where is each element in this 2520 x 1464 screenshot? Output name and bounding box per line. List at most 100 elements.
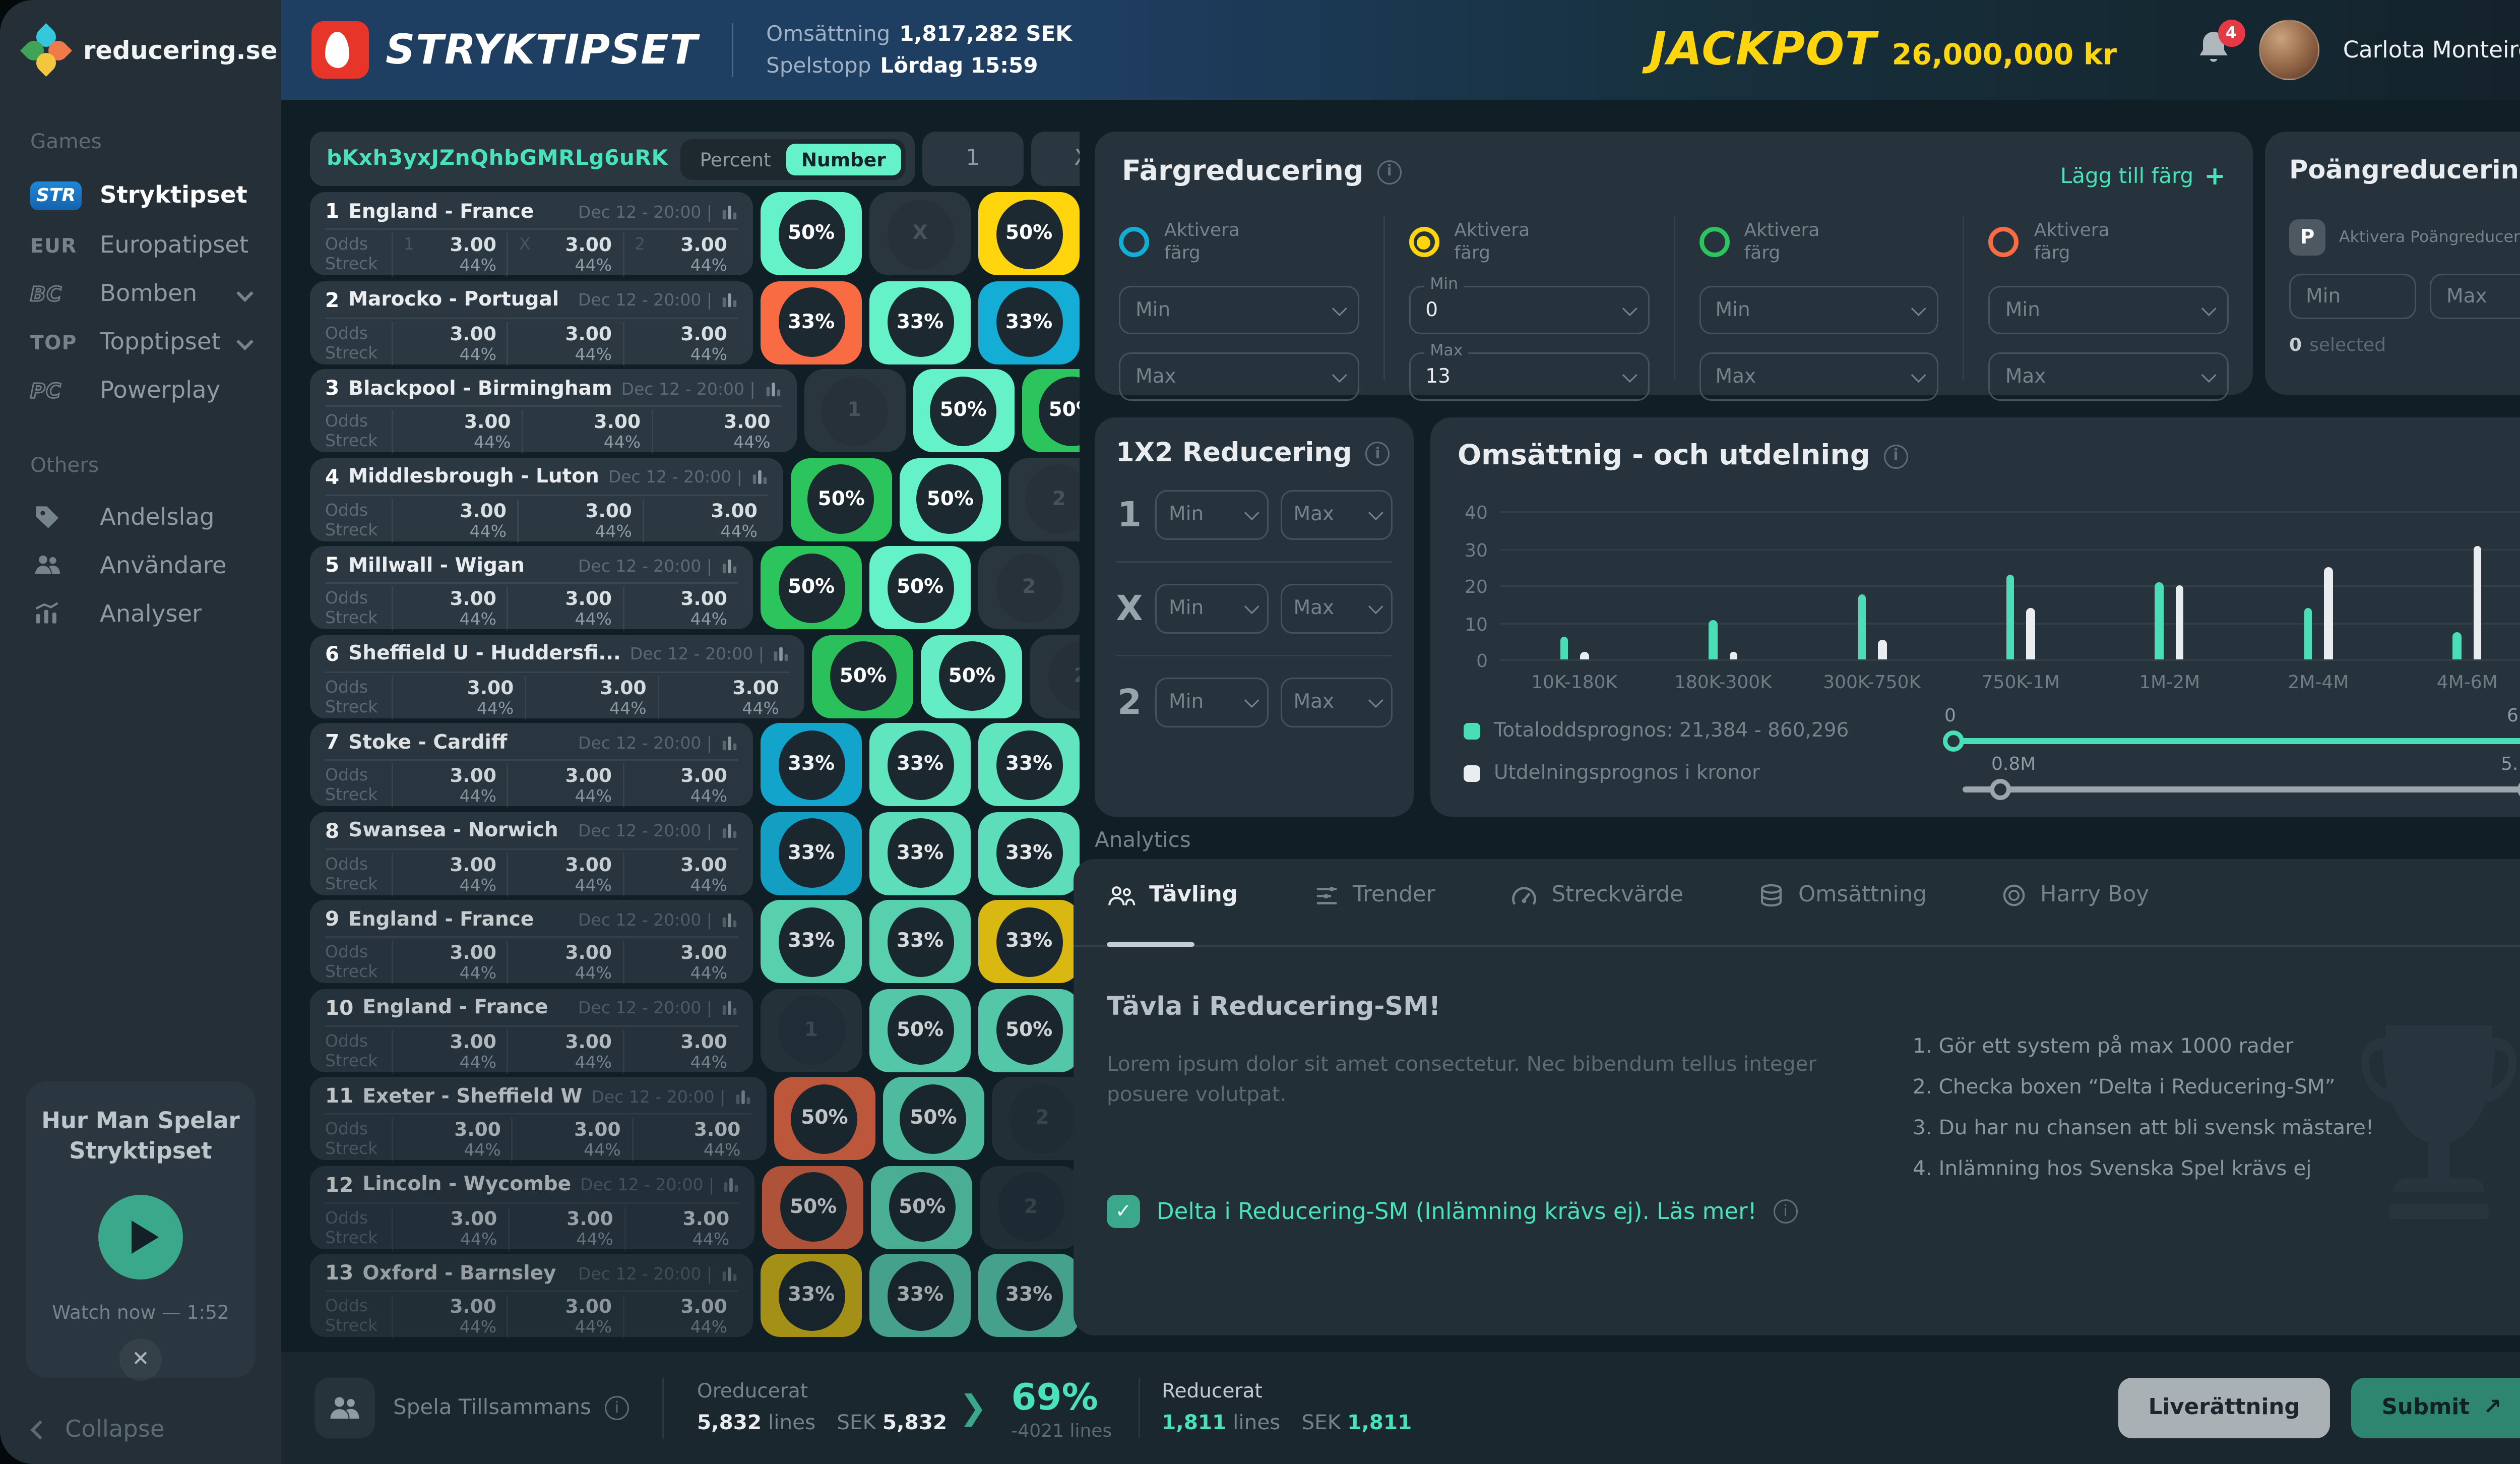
pick-cell-x[interactable]: 33% xyxy=(869,281,971,364)
stats-bars-icon[interactable] xyxy=(751,469,768,485)
x12-max-select[interactable]: Max xyxy=(1280,678,1393,727)
color-max-select[interactable]: Max xyxy=(1989,352,2229,401)
add-color-button[interactable]: Lägg till färg+ xyxy=(2060,162,2226,192)
pick-cell-2[interactable]: 33% xyxy=(978,900,1080,983)
tab-trender[interactable]: Trender xyxy=(1313,883,1435,907)
liverattning-button[interactable]: Liverättning xyxy=(2118,1378,2330,1438)
pick-cell-x[interactable]: 33% xyxy=(869,1254,971,1337)
pick-cell-x[interactable]: 50% xyxy=(913,369,1014,452)
pick-cell-2[interactable]: 2 xyxy=(991,1077,1080,1160)
color-max-select[interactable]: Max xyxy=(1699,352,1939,401)
x12-max-select[interactable]: Max xyxy=(1280,490,1393,540)
play-button[interactable] xyxy=(98,1194,183,1279)
toggle-percent[interactable]: Percent xyxy=(685,143,786,175)
avatar[interactable] xyxy=(2258,20,2319,80)
delta-checkbox[interactable]: ✓ xyxy=(1107,1195,1140,1228)
toggle-number[interactable]: Number xyxy=(786,143,901,175)
stats-bars-icon[interactable] xyxy=(765,381,781,397)
p-badge[interactable]: P xyxy=(2289,219,2325,256)
info-icon[interactable]: i xyxy=(1365,442,1390,466)
slider-handle[interactable] xyxy=(1990,778,2011,800)
pick-cell-1[interactable]: 33% xyxy=(761,723,862,806)
stats-bars-icon[interactable] xyxy=(734,1088,751,1105)
x12-min-select[interactable]: Min xyxy=(1155,490,1268,540)
pick-cell-1[interactable]: 50% xyxy=(774,1077,875,1160)
sidebar-item-stryktipset[interactable]: STRStryktipset xyxy=(0,169,281,220)
color-min-select[interactable]: Min xyxy=(1989,286,2229,334)
tab-harry-boy[interactable]: Harry Boy xyxy=(2002,883,2149,907)
color-radio[interactable] xyxy=(1989,227,2019,257)
poang-max-input[interactable]: Max xyxy=(2430,274,2520,319)
pick-cell-x[interactable]: 33% xyxy=(869,900,971,983)
delta-checkbox-label[interactable]: Delta i Reducering-SM (Inlämning krävs e… xyxy=(1157,1198,1757,1225)
pick-cell-1[interactable]: 1 xyxy=(804,369,905,452)
info-icon[interactable]: i xyxy=(1884,444,1908,468)
pick-cell-x[interactable]: X xyxy=(869,192,971,275)
pick-cell-x[interactable]: 50% xyxy=(921,635,1023,718)
slider-handle[interactable] xyxy=(2517,778,2520,800)
pick-cell-2[interactable]: 2 xyxy=(980,1166,1080,1249)
pick-cell-2[interactable]: 2 xyxy=(1009,458,1080,541)
pick-cell-2[interactable]: 33% xyxy=(978,812,1080,895)
x12-min-select[interactable]: Min xyxy=(1155,584,1268,634)
play-together-button[interactable] xyxy=(314,1378,375,1438)
color-min-select[interactable]: Min xyxy=(1699,286,1939,334)
pick-cell-1[interactable]: 33% xyxy=(761,1254,862,1337)
notifications-button[interactable]: 4 xyxy=(2195,29,2234,71)
stats-bars-icon[interactable] xyxy=(721,1000,738,1016)
tab-omsättning[interactable]: Omsättning xyxy=(1759,883,1927,907)
pick-cell-2[interactable]: 2 xyxy=(1030,635,1080,718)
pick-cell-x[interactable]: 50% xyxy=(871,1166,973,1249)
stats-bars-icon[interactable] xyxy=(721,823,738,839)
color-max-select[interactable]: Max xyxy=(1119,352,1359,401)
poang-min-input[interactable]: Min xyxy=(2289,274,2416,319)
color-min-select[interactable]: Min xyxy=(1119,286,1359,334)
pick-cell-2[interactable]: 2 xyxy=(978,546,1080,629)
sidebar-item-europatipset[interactable]: EUREuropatipset xyxy=(0,220,281,269)
pick-cell-x[interactable]: 33% xyxy=(869,723,971,806)
info-icon[interactable]: i xyxy=(1377,160,1402,184)
x12-max-select[interactable]: Max xyxy=(1280,584,1393,634)
pick-cell-1[interactable]: 33% xyxy=(761,812,862,895)
pick-cell-1[interactable]: 50% xyxy=(761,192,862,275)
pick-cell-1[interactable]: 33% xyxy=(761,281,862,364)
range-slider[interactable] xyxy=(1954,738,2520,744)
pick-cell-1[interactable]: 1 xyxy=(761,989,862,1072)
pick-cell-2[interactable]: 50% xyxy=(978,192,1080,275)
tab-streckvärde[interactable]: Streckvärde xyxy=(1511,883,1683,907)
pick-cell-2[interactable]: 50% xyxy=(1022,369,1080,452)
pick-cell-x[interactable]: 50% xyxy=(883,1077,984,1160)
color-radio[interactable] xyxy=(1119,227,1149,257)
color-max-select[interactable]: Max13 xyxy=(1409,352,1649,401)
stats-bars-icon[interactable] xyxy=(721,558,738,574)
info-icon[interactable]: i xyxy=(605,1396,629,1420)
stats-bars-icon[interactable] xyxy=(723,1177,740,1193)
column-header-1[interactable]: 1 xyxy=(922,132,1024,186)
pick-cell-1[interactable]: 50% xyxy=(763,1166,864,1249)
x12-min-select[interactable]: Min xyxy=(1155,678,1268,727)
color-radio[interactable] xyxy=(1699,227,1729,257)
stats-bars-icon[interactable] xyxy=(721,911,738,928)
color-min-select[interactable]: Min0 xyxy=(1409,286,1649,334)
sidebar-item-analyser[interactable]: Analyser xyxy=(0,589,281,638)
sidebar-item-bomben[interactable]: BCBomben xyxy=(0,269,281,317)
close-video-button[interactable]: ✕ xyxy=(119,1338,162,1380)
pick-cell-2[interactable]: 50% xyxy=(978,989,1080,1072)
tab-tävling[interactable]: Tävling xyxy=(1107,883,1238,907)
info-icon[interactable]: i xyxy=(1774,1199,1798,1224)
reducering-logo[interactable]: reducering.se xyxy=(0,0,281,100)
color-radio[interactable] xyxy=(1409,227,1439,257)
stats-bars-icon[interactable] xyxy=(721,1265,738,1282)
stats-bars-icon[interactable] xyxy=(721,735,738,751)
submit-button[interactable]: Submit↗ xyxy=(2352,1378,2520,1438)
pick-cell-x[interactable]: 50% xyxy=(869,989,971,1072)
pick-cell-1[interactable]: 33% xyxy=(761,900,862,983)
sidebar-item-andelslag[interactable]: Andelslag xyxy=(0,493,281,541)
column-header-x[interactable]: X xyxy=(1031,132,1080,186)
stats-bars-icon[interactable] xyxy=(721,292,738,309)
stats-bars-icon[interactable] xyxy=(773,646,790,662)
pick-cell-1[interactable]: 50% xyxy=(761,546,862,629)
pick-cell-2[interactable]: 33% xyxy=(978,1254,1080,1337)
pick-cell-x[interactable]: 50% xyxy=(900,458,1001,541)
pick-cell-x[interactable]: 50% xyxy=(869,546,971,629)
